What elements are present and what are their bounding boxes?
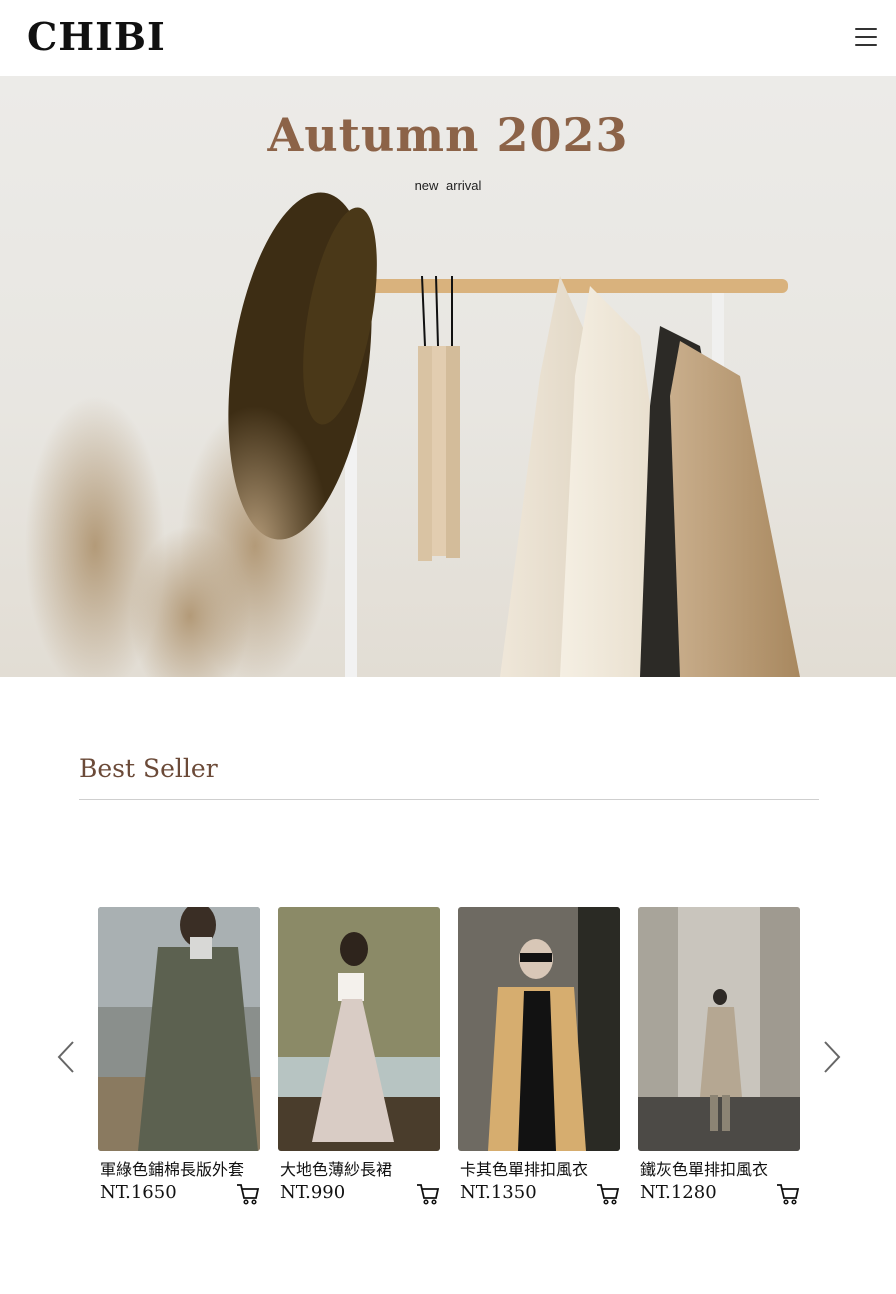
cart-icon[interactable] xyxy=(416,1183,440,1205)
product-name[interactable]: 大地色薄紗長裙 xyxy=(280,1156,450,1180)
product-price: NT.990 xyxy=(280,1182,346,1203)
menu-line xyxy=(855,44,877,46)
product-image[interactable] xyxy=(638,907,800,1151)
brand-logo[interactable]: CHIBI xyxy=(27,14,166,59)
product-card[interactable]: 卡其色單排扣風衣 NT.1350 xyxy=(458,907,620,1205)
hamburger-menu-icon[interactable] xyxy=(855,28,877,48)
product-image[interactable] xyxy=(98,907,260,1151)
cart-icon[interactable] xyxy=(236,1183,260,1205)
hero-image xyxy=(25,192,800,677)
product-image[interactable] xyxy=(458,907,620,1151)
product-card[interactable]: 鐵灰色單排扣風衣 NT.1280 xyxy=(638,907,800,1205)
product-name[interactable]: 卡其色單排扣風衣 xyxy=(460,1156,630,1180)
section-divider xyxy=(79,799,819,800)
product-price: NT.1650 xyxy=(100,1182,177,1203)
menu-line xyxy=(855,28,877,30)
chevron-left-icon[interactable] xyxy=(56,1040,76,1074)
product-price: NT.1280 xyxy=(640,1182,717,1203)
chevron-right-icon[interactable] xyxy=(822,1040,842,1074)
product-price: NT.1350 xyxy=(460,1182,537,1203)
section-title: Best Seller xyxy=(79,754,218,783)
cart-icon[interactable] xyxy=(776,1183,800,1205)
product-name[interactable]: 鐵灰色單排扣風衣 xyxy=(640,1156,810,1180)
hero-title: Autumn 2023 xyxy=(267,108,629,162)
cart-icon[interactable] xyxy=(596,1183,620,1205)
hero-subtitle: new arrival xyxy=(414,178,482,193)
product-card[interactable]: 大地色薄紗長裙 NT.990 xyxy=(278,907,440,1205)
hero-banner: Autumn 2023 new arrival xyxy=(0,76,896,677)
site-header: CHIBI xyxy=(0,0,896,76)
product-card[interactable]: 軍綠色鋪棉長版外套 NT.1650 xyxy=(98,907,260,1205)
product-image[interactable] xyxy=(278,907,440,1151)
menu-line xyxy=(855,36,877,38)
product-name[interactable]: 軍綠色鋪棉長版外套 xyxy=(100,1156,270,1180)
